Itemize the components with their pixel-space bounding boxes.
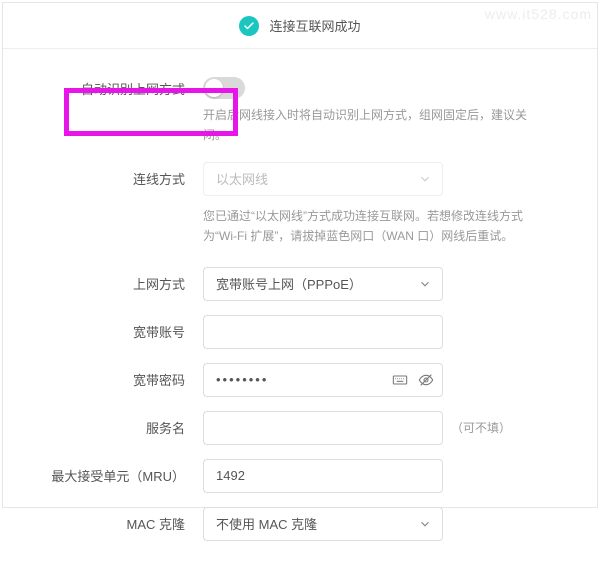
- settings-panel: 连接互联网成功 自动识别上网方式 开启后网线接入时将自动识别上网方式，组网固定后…: [2, 2, 598, 508]
- connection-method-select: 以太网线: [203, 162, 443, 196]
- status-bar: 连接互联网成功: [3, 3, 597, 49]
- connection-method-value: 以太网线: [216, 169, 268, 188]
- mac-clone-select[interactable]: 不使用 MAC 克隆: [203, 507, 443, 541]
- connection-method-label: 连线方式: [33, 169, 203, 188]
- mac-clone-label: MAC 克隆: [33, 514, 203, 533]
- auto-detect-hint: 开启后网线接入时将自动识别上网方式，组网固定后，建议关闭。: [203, 105, 537, 146]
- account-label: 宽带账号: [33, 322, 203, 341]
- auto-detect-row: 自动识别上网方式: [33, 77, 567, 99]
- success-check-icon: [239, 16, 259, 36]
- service-optional-text: （可不填）: [451, 419, 511, 436]
- auto-detect-label: 自动识别上网方式: [33, 79, 203, 98]
- internet-mode-value: 宽带账号上网（PPPoE）: [216, 274, 362, 293]
- auto-detect-toggle[interactable]: [203, 77, 245, 99]
- keyboard-icon[interactable]: [392, 372, 408, 388]
- status-text: 连接互联网成功: [269, 16, 360, 35]
- password-input-wrap: [203, 363, 443, 397]
- internet-mode-select[interactable]: 宽带账号上网（PPPoE）: [203, 267, 443, 301]
- mru-row: 最大接受单元（MRU）: [33, 459, 567, 493]
- eye-off-icon[interactable]: [418, 372, 434, 388]
- chevron-down-icon: [418, 277, 432, 291]
- auto-detect-hint-row: 开启后网线接入时将自动识别上网方式，组网固定后，建议关闭。: [33, 105, 567, 146]
- mru-input-wrap: [203, 459, 443, 493]
- mru-input[interactable]: [216, 460, 408, 492]
- service-label: 服务名: [33, 418, 203, 437]
- password-input[interactable]: [216, 364, 378, 396]
- mac-clone-row: MAC 克隆 不使用 MAC 克隆: [33, 507, 567, 541]
- service-input-wrap: [203, 411, 443, 445]
- form-content: 自动识别上网方式 开启后网线接入时将自动识别上网方式，组网固定后，建议关闭。 连…: [3, 49, 597, 565]
- internet-mode-row: 上网方式 宽带账号上网（PPPoE）: [33, 267, 567, 301]
- chevron-down-icon: [418, 517, 432, 531]
- account-input[interactable]: [216, 316, 408, 348]
- service-input[interactable]: [216, 412, 408, 444]
- internet-mode-label: 上网方式: [33, 274, 203, 293]
- connection-method-hint-row: 您已通过“以太网线”方式成功连接互联网。若想修改连线方式为“Wi-Fi 扩展”，…: [33, 206, 567, 247]
- mac-clone-value: 不使用 MAC 克隆: [216, 514, 317, 533]
- service-row: 服务名 （可不填）: [33, 411, 567, 445]
- password-row: 宽带密码: [33, 363, 567, 397]
- chevron-down-icon: [418, 172, 432, 186]
- account-row: 宽带账号: [33, 315, 567, 349]
- mru-label: 最大接受单元（MRU）: [33, 466, 203, 485]
- connection-method-row: 连线方式 以太网线: [33, 162, 567, 196]
- account-input-wrap: [203, 315, 443, 349]
- connection-method-hint: 您已通过“以太网线”方式成功连接互联网。若想修改连线方式为“Wi-Fi 扩展”，…: [203, 206, 537, 247]
- password-label: 宽带密码: [33, 370, 203, 389]
